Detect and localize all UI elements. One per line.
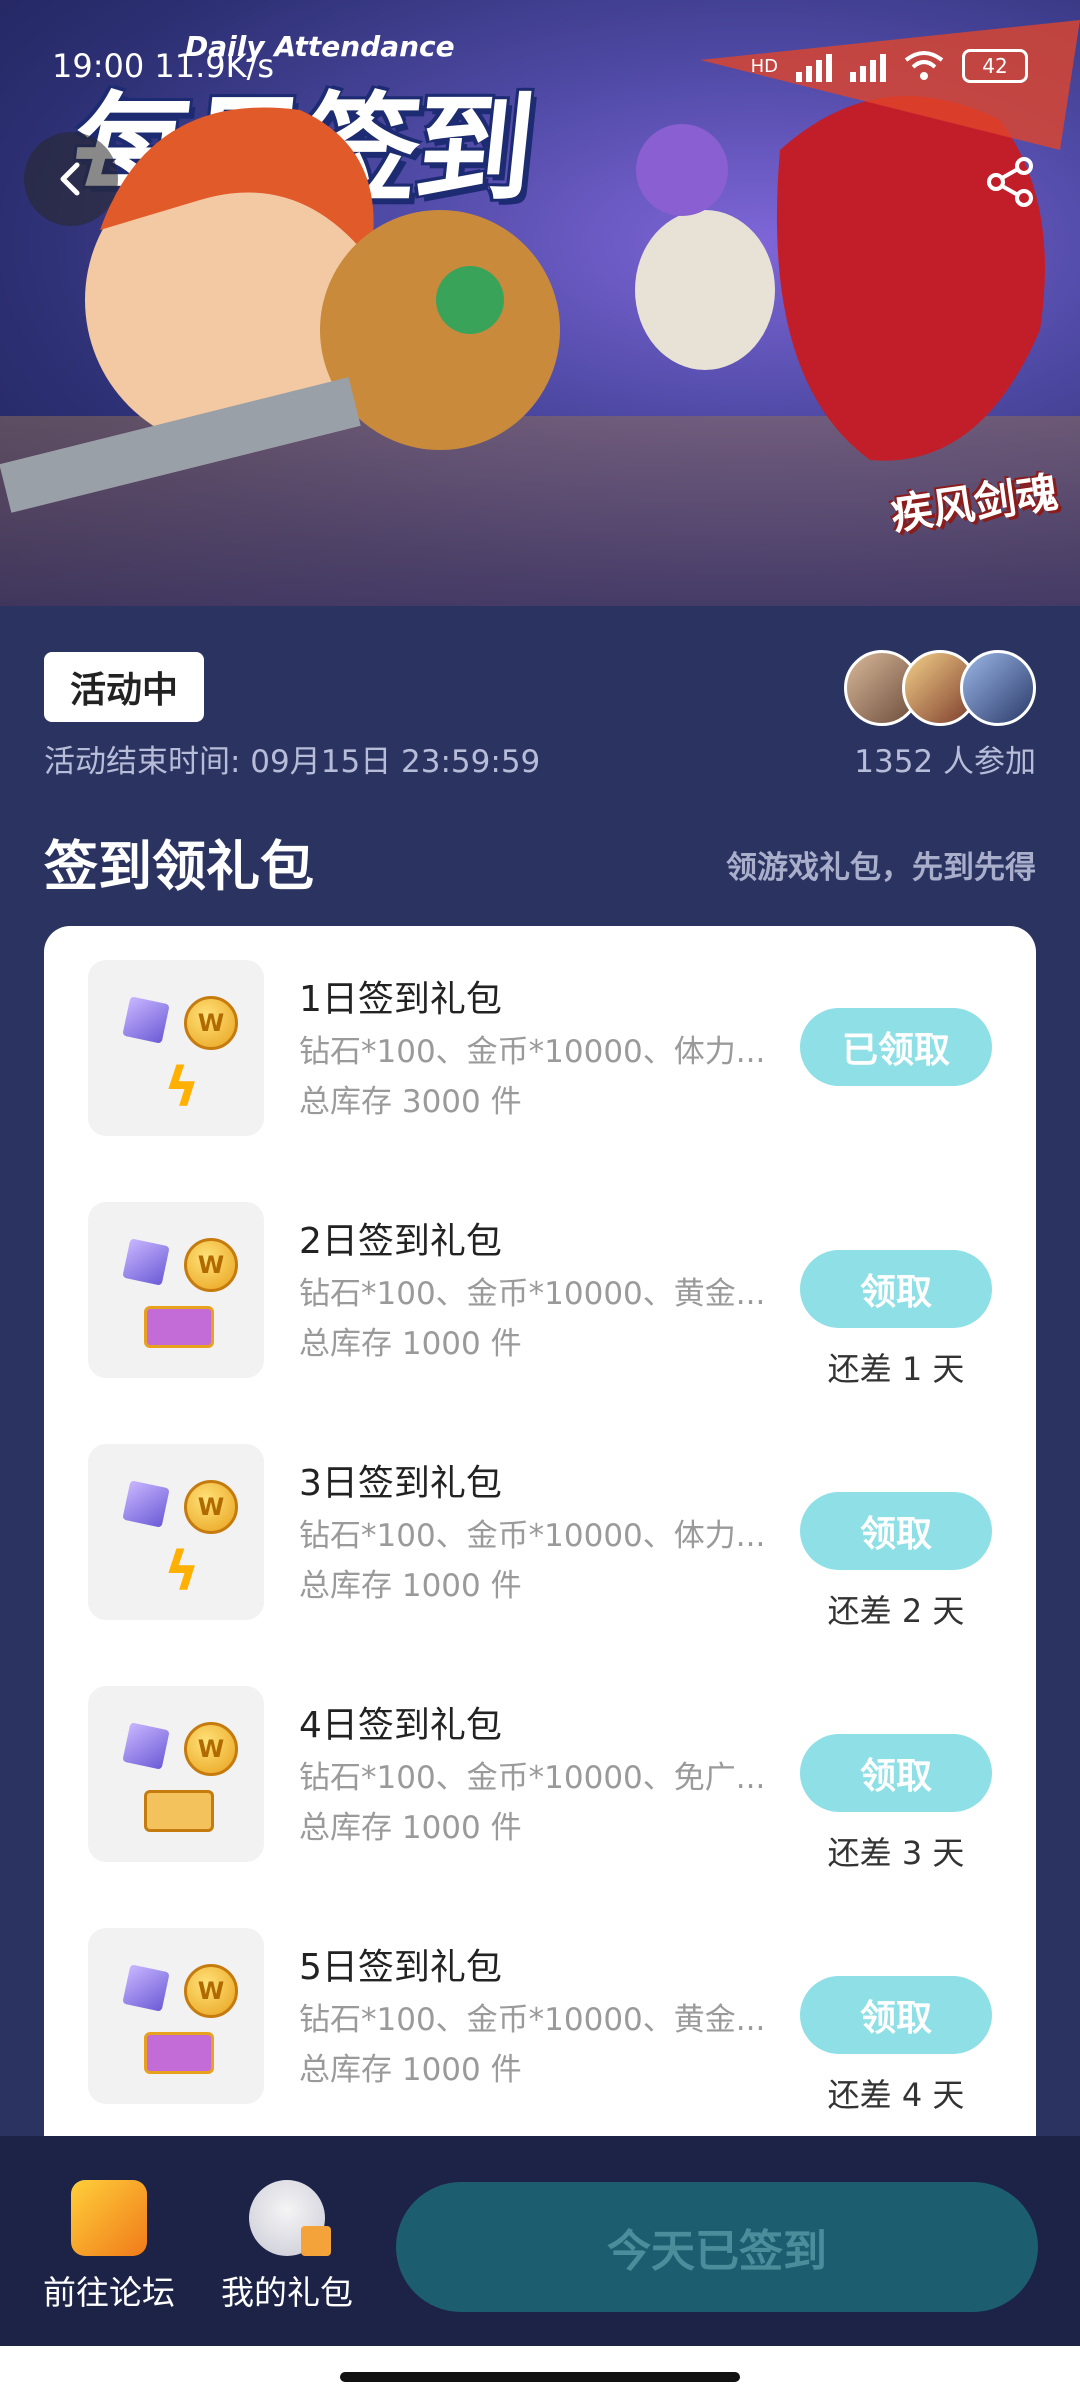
battery-icon: 42 [962,49,1028,83]
days-remaining: 还差 1 天 [827,1350,965,1388]
status-left: 19:00 11.9K/s [52,47,274,85]
claim-button[interactable]: 领取 [800,1250,992,1328]
gift-name: 5日签到礼包 [299,1947,502,1988]
share-icon [987,157,1033,207]
gift-row: W 5日签到礼包 钻石*100、金币*10000、黄金... 总库存 1000 … [44,1894,1036,2136]
gift-desc: 钻石*100、金币*10000、体力... [299,1518,766,1554]
my-gifts-button[interactable]: 我的礼包 [212,2180,362,2314]
my-gifts-label: 我的礼包 [221,2273,353,2312]
gift-row: W 4日签到礼包 钻石*100、金币*10000、免广... 总库存 1000 … [44,1652,1036,1894]
gem-coin-ticket-icon: W [88,1202,264,1378]
gift-stock: 总库存 3000 件 [299,1084,522,1120]
gem-coin-ticket-icon: W [88,1928,264,2104]
claim-button[interactable]: 领取 [800,1492,992,1570]
gift-row: W 2日签到礼包 钻石*100、金币*10000、黄金... 总库存 1000 … [44,1168,1036,1410]
days-remaining: 还差 3 天 [827,1834,965,1872]
gift-desc: 钻石*100、金币*10000、免广... [299,1760,766,1796]
signal-icon-2 [850,50,886,82]
participant-count: 1352 人参加 [854,744,1036,780]
gift-name: 4日签到礼包 [299,1705,502,1746]
gift-list: Wϟ 1日签到礼包 钻石*100、金币*10000、体力... 总库存 3000… [44,926,1036,2136]
claimed-button[interactable]: 已领取 [800,1008,992,1086]
section-subtitle: 领游戏礼包，先到先得 [726,850,1036,886]
home-indicator[interactable] [340,2372,740,2382]
forum-button[interactable]: 前往论坛 [34,2180,184,2314]
signal-icon [796,50,832,82]
back-button[interactable] [24,132,118,226]
activity-end-time: 活动结束时间: 09月15日 23:59:59 [44,744,541,780]
gift-name: 2日签到礼包 [299,1221,502,1262]
gem-coin-bolt-icon: Wϟ [88,1444,264,1620]
days-remaining: 还差 4 天 [827,2076,965,2114]
share-button[interactable] [978,150,1042,214]
gem-coin-bolt-icon: Wϟ [88,960,264,1136]
bottom-action-bar: 前往论坛 我的礼包 今天已签到 [0,2136,1080,2346]
gift-stock: 总库存 1000 件 [299,1810,522,1846]
gift-row: Wϟ 3日签到礼包 钻石*100、金币*10000、体力... 总库存 1000… [44,1410,1036,1652]
my-gifts-icon [249,2180,331,2256]
gift-desc: 钻石*100、金币*10000、体力... [299,1034,766,1070]
gift-desc: 钻石*100、金币*10000、黄金... [299,1276,766,1312]
activity-status-badge: 活动中 [44,652,204,722]
gift-desc: 钻石*100、金币*10000、黄金... [299,2002,766,2038]
gem-coin-gold-ticket-icon: W [88,1686,264,1862]
gift-name: 3日签到礼包 [299,1463,502,1504]
header-banner: Daily Attendance 每日签到 疾风剑魂 19:00 11.9K/s… [0,0,1080,606]
gift-stock: 总库存 1000 件 [299,2052,522,2088]
wifi-icon [904,51,944,80]
gift-stock: 总库存 1000 件 [299,1326,522,1362]
signed-in-today-button[interactable]: 今天已签到 [396,2182,1038,2312]
gift-stock: 总库存 1000 件 [299,1568,522,1604]
avatar [960,650,1036,726]
claim-button[interactable]: 领取 [800,1976,992,2054]
chevron-left-icon [60,162,80,196]
status-right: HD 42 [751,49,1028,83]
network-type: HD [750,55,778,77]
forum-label: 前往论坛 [43,2273,175,2312]
days-remaining: 还差 2 天 [827,1592,965,1630]
section-title: 签到领礼包 [44,835,314,898]
status-time: 19:00 [52,47,145,85]
claim-button[interactable]: 领取 [800,1734,992,1812]
forum-icon [71,2180,147,2256]
status-bar: 19:00 11.9K/s HD 42 [52,36,1028,96]
status-speed: 11.9K/s [154,47,275,85]
participant-avatars[interactable] [844,650,1036,726]
gift-name: 1日签到礼包 [299,979,502,1020]
gift-row: Wϟ 1日签到礼包 钻石*100、金币*10000、体力... 总库存 3000… [44,926,1036,1168]
